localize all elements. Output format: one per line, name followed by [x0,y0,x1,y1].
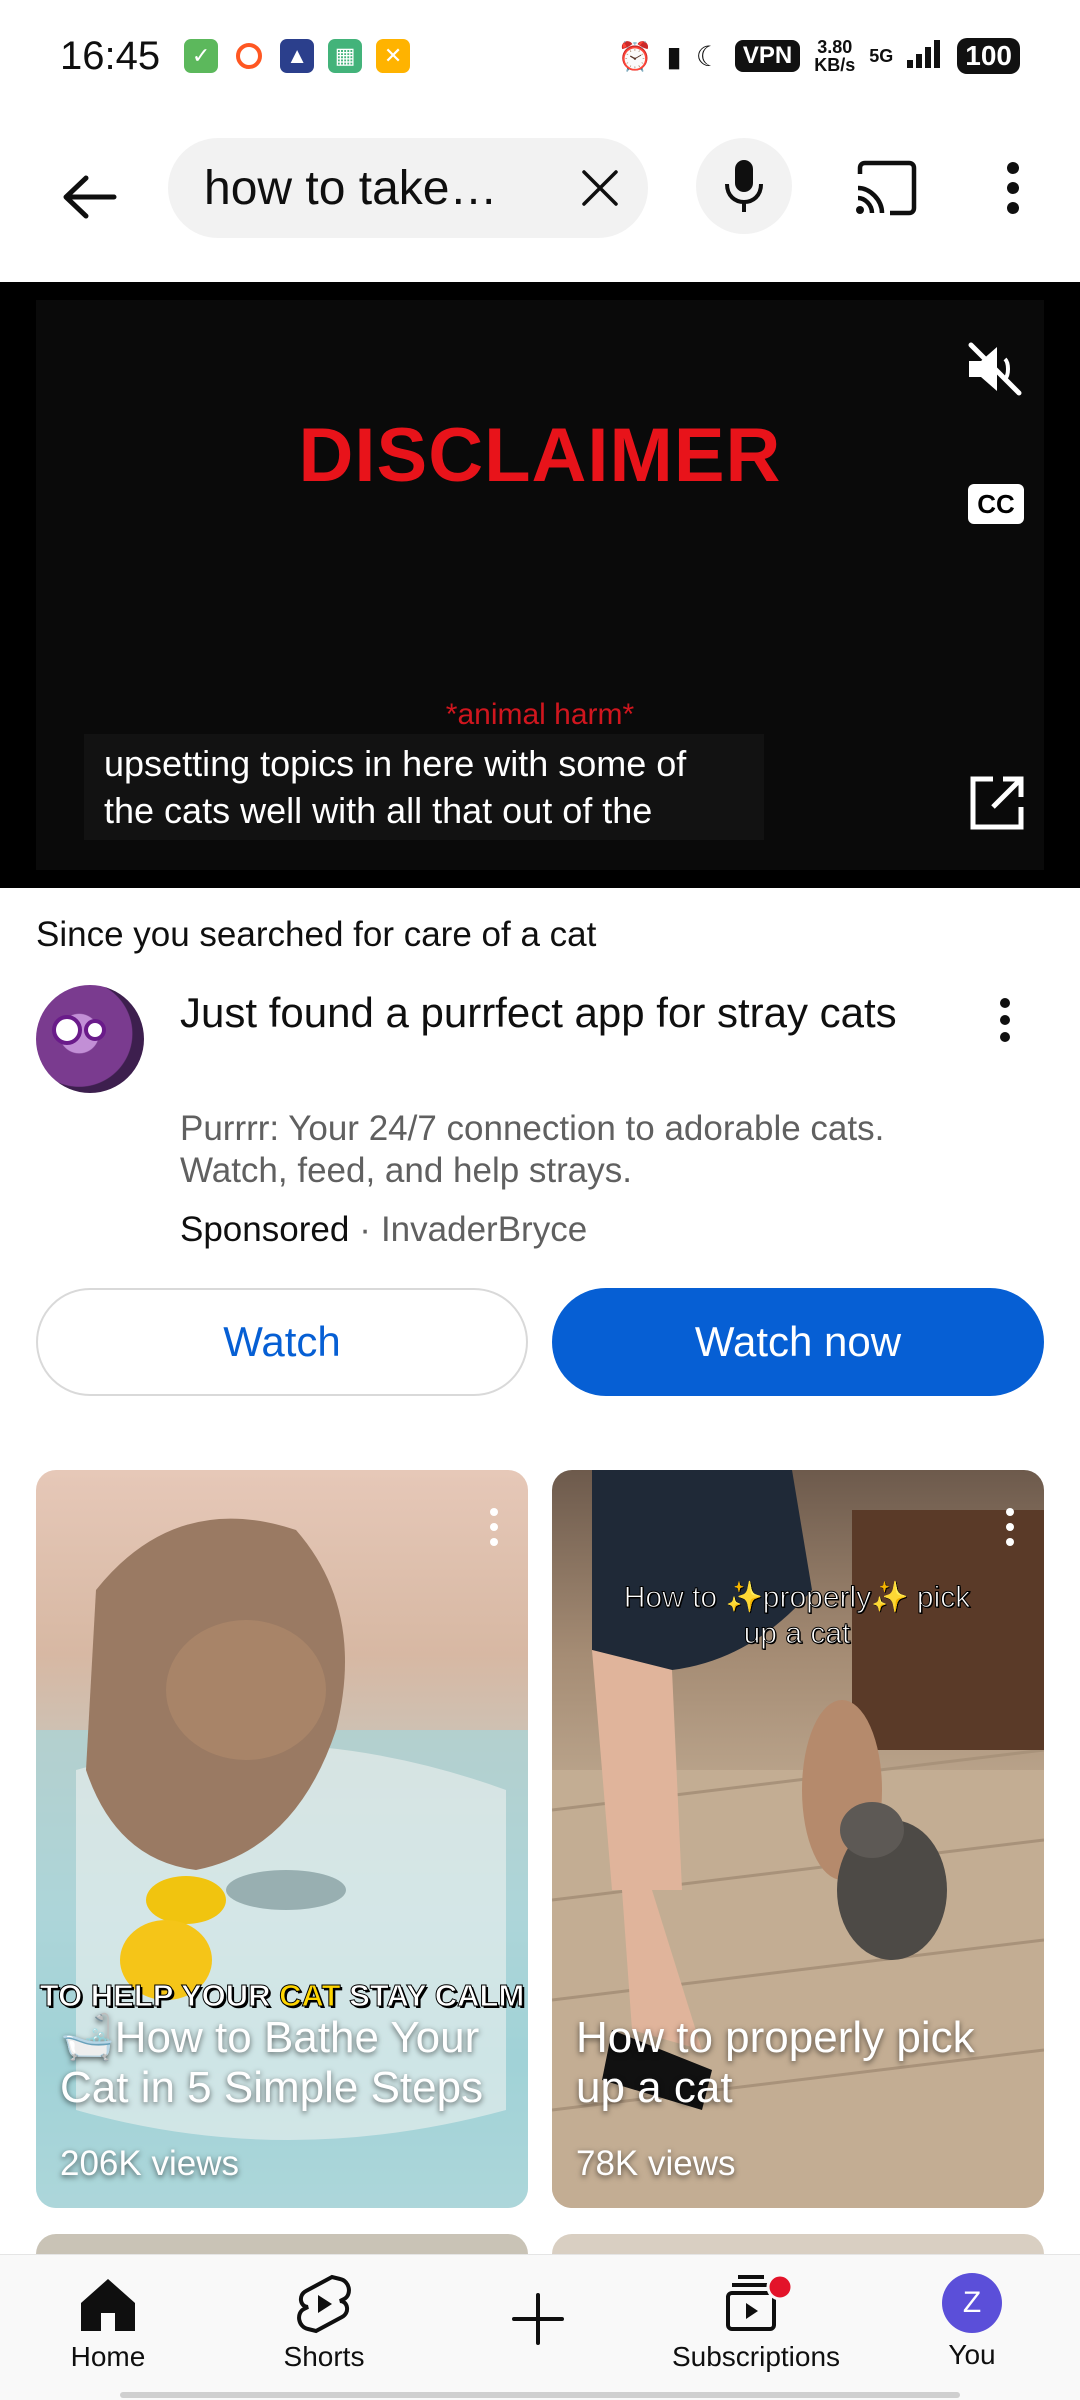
cast-button[interactable] [848,150,924,226]
nav-you[interactable]: Z You [882,2273,1062,2371]
since-prefix: Since you searched for [36,915,404,954]
ad-meta: Sponsored · InvaderBryce [180,1210,587,1250]
ad-title[interactable]: Just found a purrfect app for stray cats [180,988,940,1038]
net-speed-value: 3.80 [817,37,853,57]
network-type: 5G [869,45,894,66]
net-speed-unit: KB/s [814,55,856,75]
home-icon [81,2279,135,2331]
nav-label: Home [70,2341,146,2372]
video-subline: *animal harm* [445,698,635,731]
vibrate-icon: ▮ [666,40,682,72]
battery-indicator: 100 [957,38,1020,74]
video-player[interactable]: DISCLAIMER *animal harm* upsetting topic… [0,282,1080,888]
avatar-eye [52,1015,82,1045]
shorts-icon [297,2274,351,2334]
overlay-text-part: STAY CALM [340,1978,525,2014]
clear-search-button[interactable] [572,160,628,216]
sponsored-label: Sponsored [180,1210,350,1249]
vpn-badge: VPN [734,40,801,72]
since-you-searched: Since you searched for care of a cat [36,915,596,955]
short-views: 78K views [576,2144,736,2183]
checklist-app-icon: ✓ [184,39,219,73]
status-time: 16:45 [60,33,161,78]
microphone-icon [725,160,763,212]
overlay-text-highlight: CAT [279,1978,341,2014]
ad-channel-name[interactable]: InvaderBryce [381,1210,587,1249]
vertical-dots-icon [1000,998,1010,1042]
caption-line: the cats well with all that out of the [104,790,653,831]
muted-speaker-icon [968,342,1022,396]
bottom-navigation: Home Shorts Subscriptions Z You [0,2254,1080,2400]
caption-line: upsetting topics in here with some of [104,743,687,784]
overlay-text-part: TO HELP YOUR [39,1978,280,2014]
gesture-bar[interactable] [120,2392,960,2398]
nav-label: You [948,2339,996,2370]
calculator-app-icon: ▦ [328,39,363,73]
open-external-button[interactable] [964,770,1030,836]
video-headline: DISCLAIMER [298,413,782,498]
notification-icons: ✓ ▲ ▦ ✕ [184,39,411,73]
external-link-icon [970,776,1024,830]
nav-label: Subscriptions [671,2341,841,2372]
short-more-options-button[interactable] [484,1502,504,1552]
create-button[interactable] [480,2279,596,2359]
meta-separator: · [359,1210,371,1249]
vertical-dots-icon [1007,162,1019,214]
short-card[interactable]: How to ✨properly✨ pick up a cat How to p… [552,1470,1044,2208]
net-speed: 3.80 KB/s [814,38,855,74]
captions-box: upsetting topics in here with some of th… [84,734,764,840]
short-title: 🛁How to Bathe Your Cat in 5 Simple Steps [60,2013,484,2112]
nav-home[interactable]: Home [18,2273,198,2373]
status-right: ⏰ ▮ ☾ VPN 3.80 KB/s 5G 100 [617,38,1020,75]
moon-icon: ☾ [695,40,721,72]
short-overlay-text: TO HELP YOUR CAT STAY CALM [36,1978,528,2014]
subscriptions-icon [726,2273,794,2331]
since-term[interactable]: care of a cat [404,915,597,954]
circle-app-icon [236,43,263,69]
vertical-dots-icon [490,1508,498,1546]
captions-button[interactable]: CC [968,484,1024,524]
avatar: Z [942,2273,1002,2333]
cat-app-icon: ▲ [280,39,315,73]
voice-search-button[interactable] [696,138,792,234]
short-card[interactable]: TO HELP YOUR CAT STAY CALM 🛁How to Bathe… [36,1470,528,2208]
short-overlay-text: How to ✨properly✨ pick up a cat [623,1581,971,1651]
back-button[interactable] [48,157,128,237]
nav-subscriptions[interactable]: Subscriptions [666,2273,846,2373]
search-field[interactable]: how to take… [168,138,648,238]
watch-button[interactable]: Watch [36,1288,528,1396]
nav-label: Shorts [283,2341,365,2372]
watch-now-button[interactable]: Watch now [552,1288,1044,1396]
status-bar: 16:45 ✓ ▲ ▦ ✕ ⏰ ▮ ☾ VPN 3.80 KB/s 5G 100 [0,0,1080,112]
short-more-options-button[interactable] [1000,1502,1020,1552]
short-title: How to properly pick up a cat [576,2013,975,2112]
search-header: how to take… [0,112,1080,282]
nav-shorts[interactable]: Shorts [234,2273,414,2373]
short-views: 206K views [60,2144,239,2183]
advertiser-avatar[interactable] [36,985,144,1093]
ad-description: Purrrr: Your 24/7 connection to adorable… [180,1109,885,1190]
close-icon [582,170,618,206]
more-options-button[interactable] [985,150,1041,226]
plus-icon [512,2293,564,2345]
alarm-icon: ⏰ [617,40,653,72]
search-query-text[interactable]: how to take… [204,161,534,216]
ad-more-options-button[interactable] [980,990,1030,1050]
signal-icon [907,38,943,75]
cast-icon [856,160,917,216]
mute-button[interactable] [960,334,1030,404]
tools-app-icon: ✕ [376,39,411,73]
vertical-dots-icon [1006,1508,1014,1546]
avatar-eye [84,1019,106,1041]
back-arrow-icon [63,175,117,219]
